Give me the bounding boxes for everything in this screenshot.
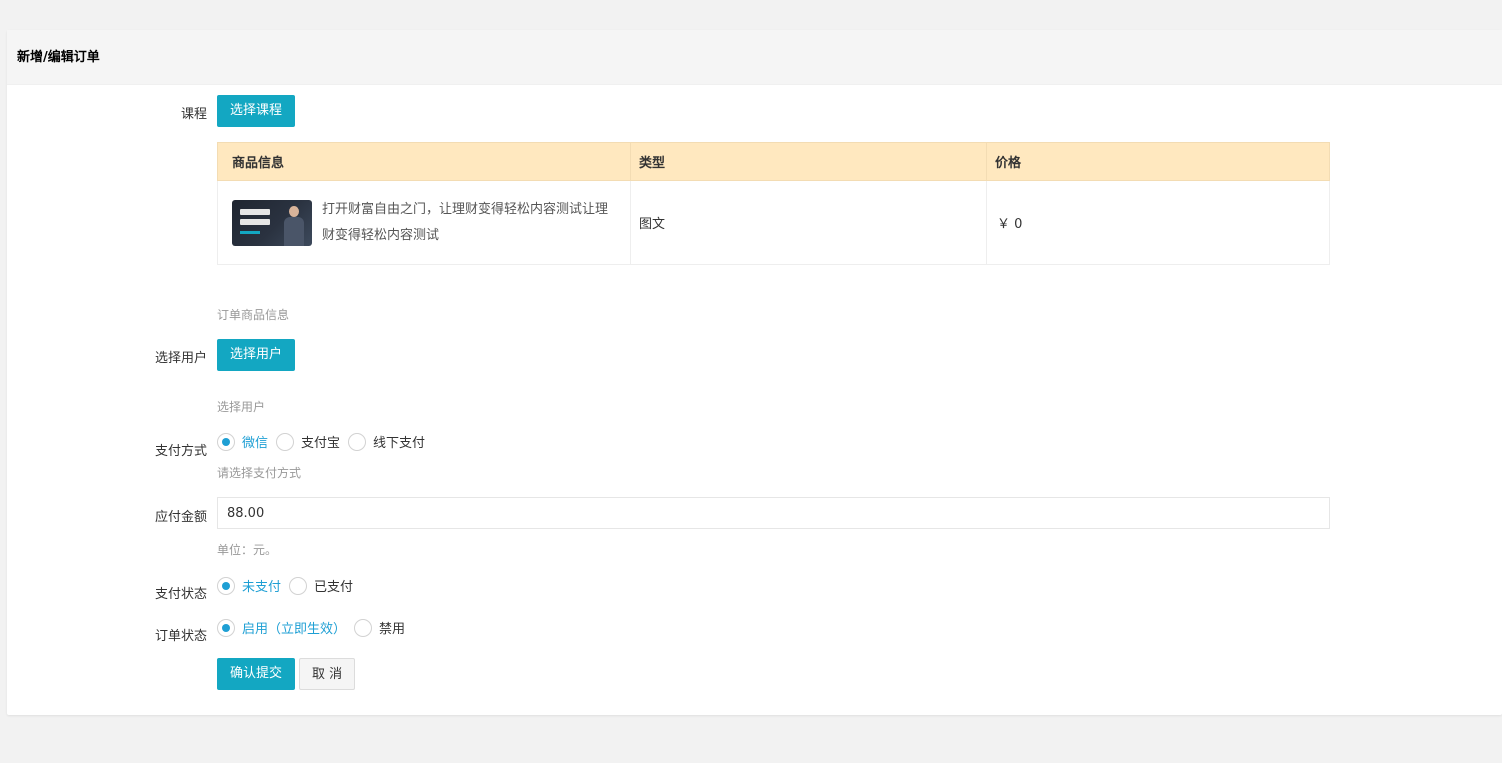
amount-label: 应付金额 — [154, 510, 207, 525]
payment-method-label: 支付方式 — [154, 444, 207, 459]
course-label: 课程 — [180, 107, 207, 122]
select-course-button[interactable]: 选择课程 — [217, 95, 296, 127]
payment-option-alipay[interactable]: 支付宝 — [276, 432, 340, 451]
goods-cell: 打开财富自由之门，让理财变得轻松内容测试让理财变得轻松内容测试 — [217, 180, 631, 265]
payment-method-radios: 微信 支付宝 线下支付 — [217, 432, 433, 451]
amount-input[interactable] — [217, 497, 1330, 529]
order-form-card: 新增/编辑订单 课程 选择课程 商品信息 类型 价格 打开财富自由之门，让理财变 — [7, 30, 1502, 715]
radio-unchecked-icon — [354, 618, 373, 637]
type-cell: 图文 — [630, 180, 987, 265]
goods-name: 打开财富自由之门，让理财变得轻松内容测试让理财变得轻松内容测试 — [322, 201, 609, 243]
table-header-price: 价格 — [986, 142, 1330, 181]
order-status-enabled[interactable]: 启用（立即生效） — [217, 618, 346, 637]
table-row: 打开财富自由之门，让理财变得轻松内容测试让理财变得轻松内容测试 图文 ￥ 0 — [217, 180, 1330, 265]
pay-status-paid[interactable]: 已支付 — [289, 576, 353, 595]
pay-status-unpaid[interactable]: 未支付 — [217, 576, 281, 595]
user-help-text: 选择用户 — [217, 400, 266, 414]
table-header-goods: 商品信息 — [217, 142, 631, 181]
payment-option-offline[interactable]: 线下支付 — [348, 432, 425, 451]
radio-checked-icon — [217, 576, 235, 595]
payment-option-wechat[interactable]: 微信 — [217, 432, 268, 451]
payment-help-text: 请选择支付方式 — [217, 466, 302, 480]
order-status-disabled[interactable]: 禁用 — [354, 618, 405, 637]
radio-checked-icon — [217, 432, 235, 451]
goods-table: 商品信息 类型 价格 打开财富自由之门，让理财变得轻松内容测试让理财变得轻松内容… — [217, 142, 1330, 265]
course-help-text: 订单商品信息 — [217, 308, 290, 322]
radio-unchecked-icon — [276, 432, 295, 451]
user-label: 选择用户 — [154, 351, 207, 366]
course-thumbnail — [232, 199, 312, 246]
radio-unchecked-icon — [348, 432, 367, 451]
table-header-type: 类型 — [630, 142, 987, 181]
select-user-button[interactable]: 选择用户 — [217, 339, 296, 371]
cancel-button[interactable]: 取 消 — [299, 658, 356, 690]
pay-status-label: 支付状态 — [154, 587, 207, 602]
order-status-label: 订单状态 — [154, 629, 207, 644]
price-cell: ￥ 0 — [986, 180, 1330, 265]
radio-checked-icon — [217, 618, 235, 637]
submit-button[interactable]: 确认提交 — [217, 658, 296, 690]
radio-unchecked-icon — [289, 576, 308, 595]
amount-help-text: 单位：元。 — [217, 543, 278, 557]
order-status-radios: 启用（立即生效） 禁用 — [217, 618, 413, 637]
page-title: 新增/编辑订单 — [7, 30, 1502, 85]
pay-status-radios: 未支付 已支付 — [217, 576, 361, 595]
